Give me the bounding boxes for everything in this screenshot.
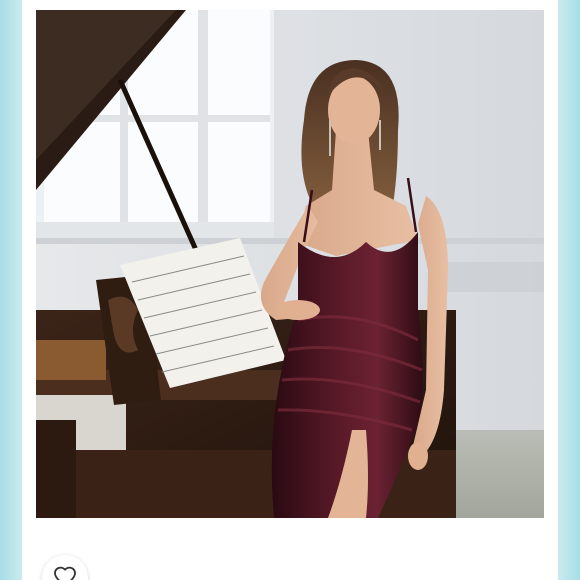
product-photo[interactable] xyxy=(36,10,544,518)
heart-outline-icon xyxy=(54,566,76,580)
product-photo-illustration xyxy=(36,10,544,518)
like-button[interactable] xyxy=(42,555,88,580)
listing-card xyxy=(22,0,558,580)
